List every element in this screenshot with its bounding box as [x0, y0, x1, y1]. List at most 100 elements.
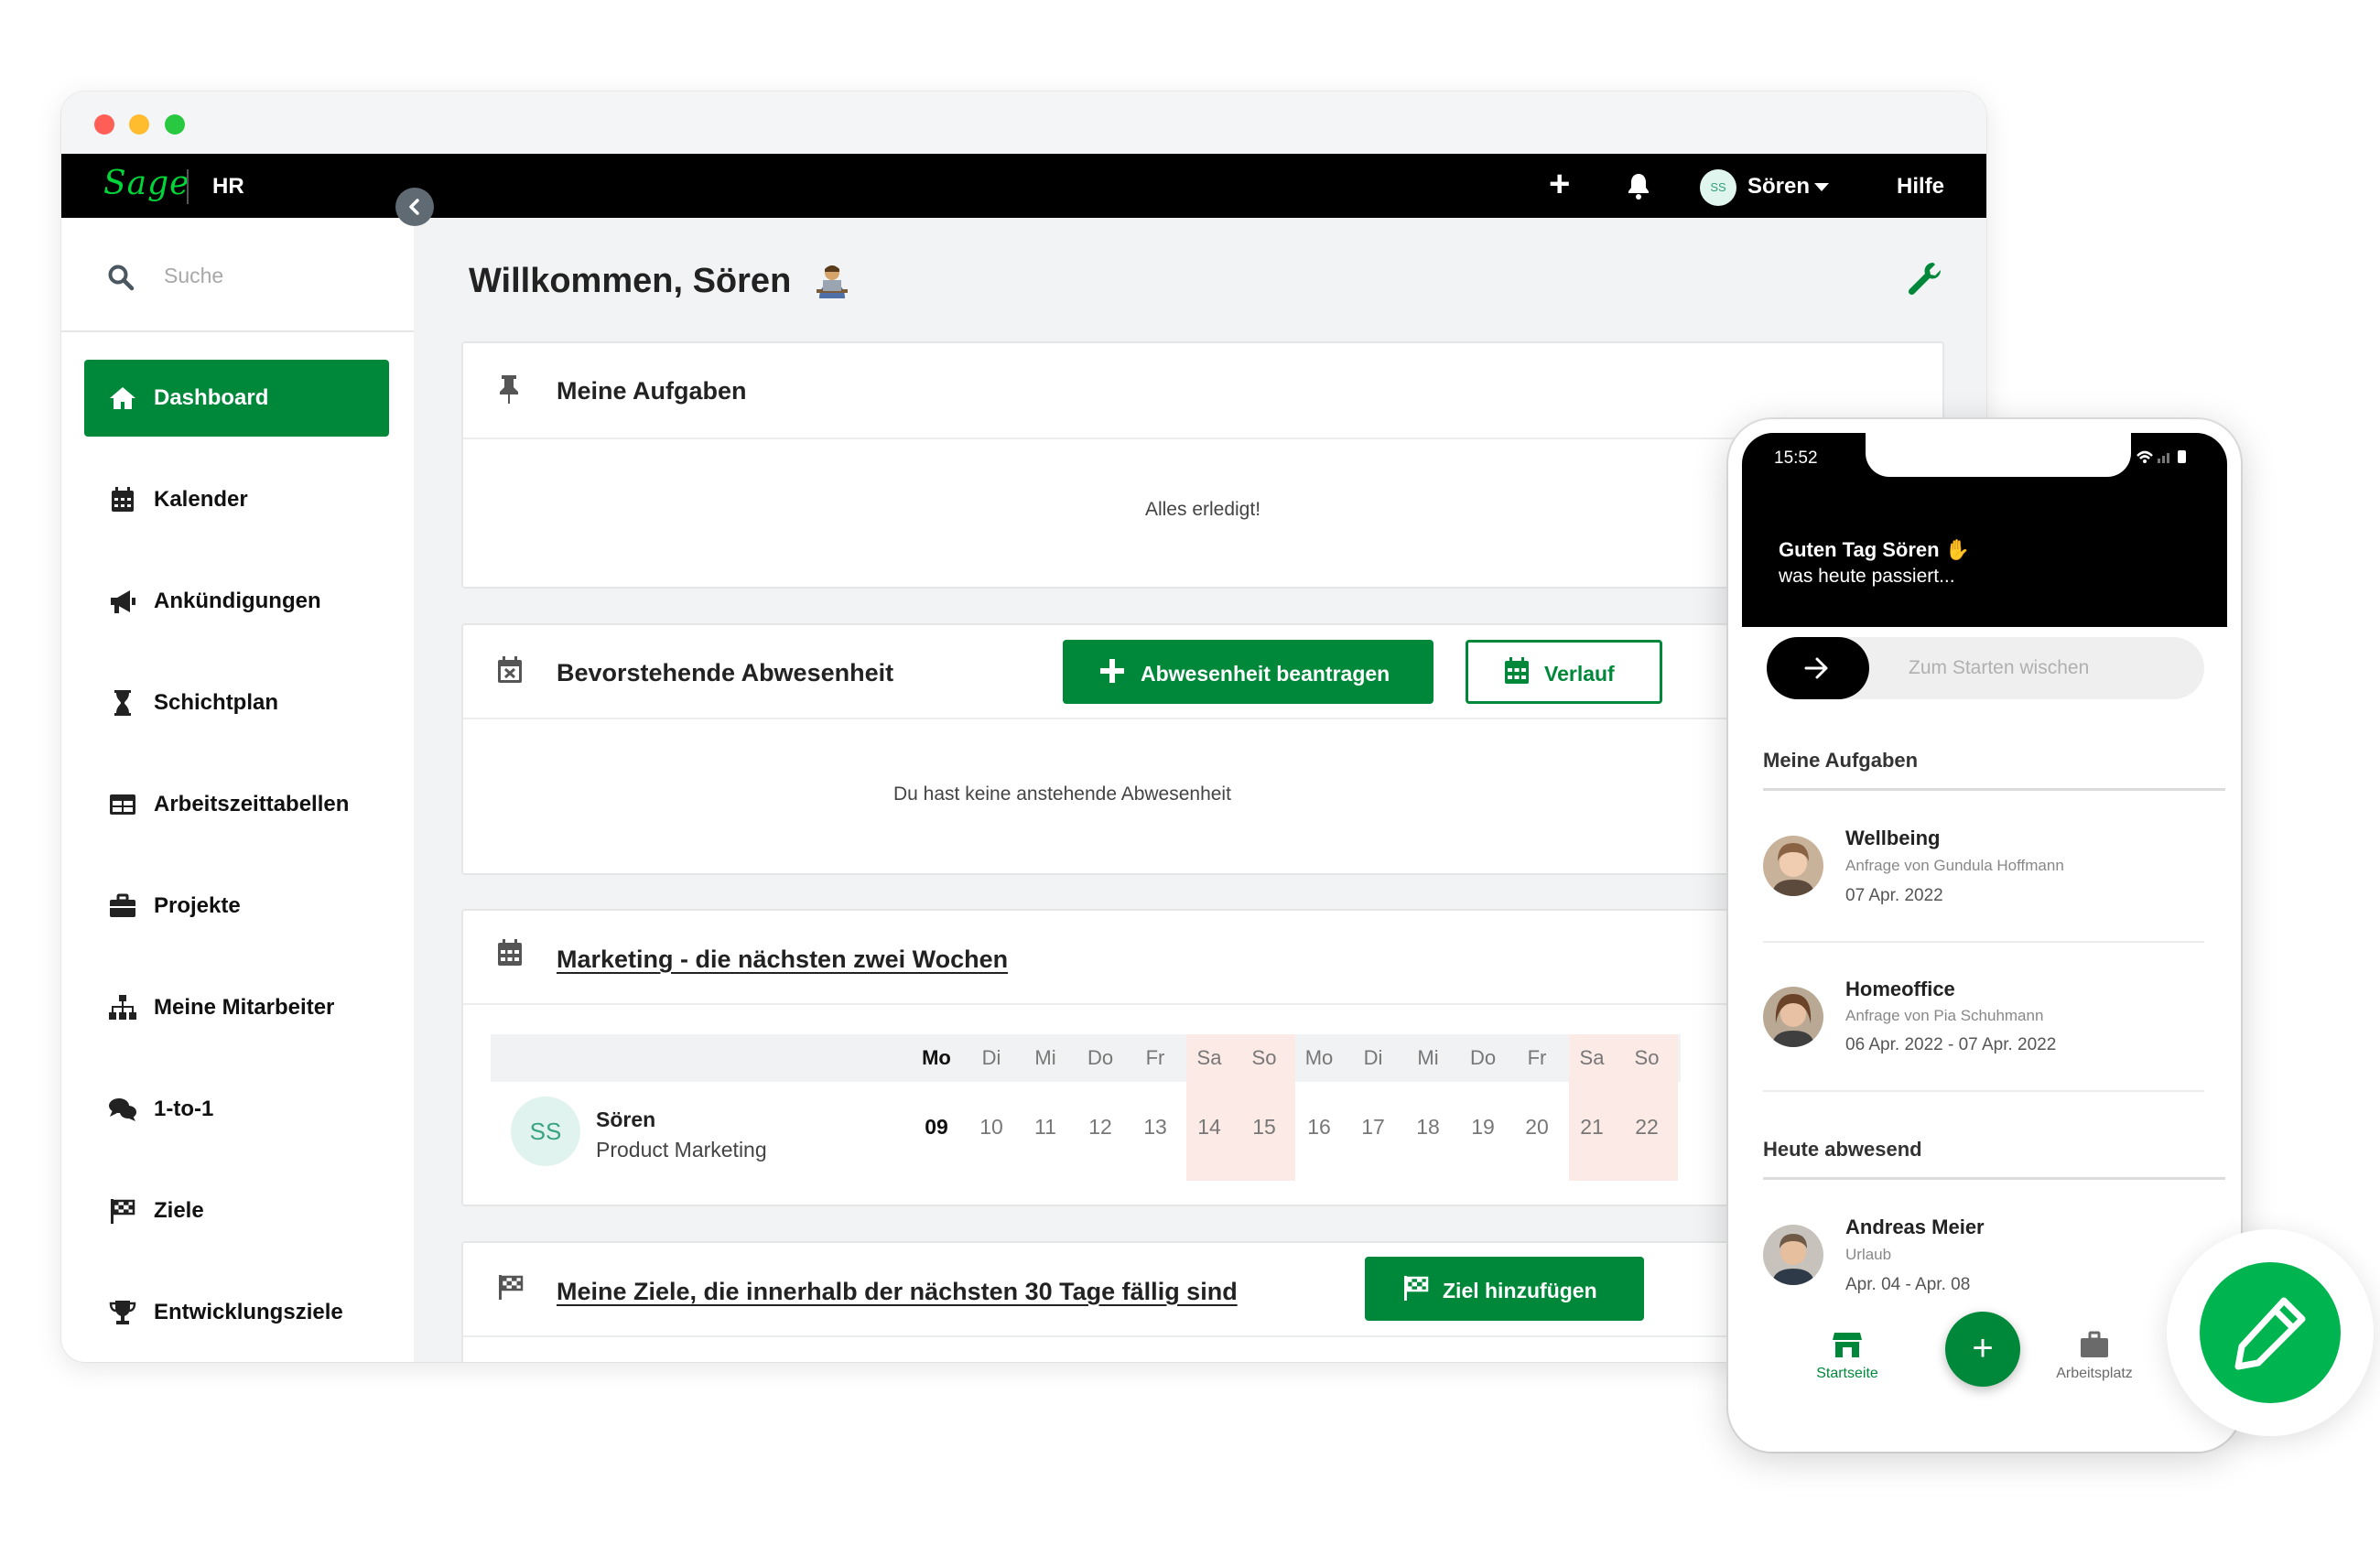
- goals-card-title-link[interactable]: Meine Ziele, die innerhalb der nächsten …: [557, 1278, 1238, 1306]
- sidebar: Suche Dashboard Kalender Ankündigungen S…: [61, 218, 414, 1362]
- maximize-window-button[interactable]: [165, 114, 185, 135]
- swipe-handle[interactable]: [1767, 637, 1869, 699]
- edit-button-circle[interactable]: [2200, 1262, 2341, 1403]
- sidebar-item-1-to-1[interactable]: 1-to-1: [84, 1071, 389, 1148]
- swipe-to-start[interactable]: Zum Starten wischen: [1767, 637, 2204, 699]
- date-cell[interactable]: 20: [1509, 1115, 1564, 1140]
- request-absence-button[interactable]: Abwesenheit beantragen: [1063, 640, 1433, 704]
- person-avatar: SS: [511, 1097, 580, 1166]
- status-time: 15:52: [1774, 448, 1818, 468]
- task-title[interactable]: Wellbeing: [1845, 827, 1941, 850]
- pin-icon: [496, 373, 522, 409]
- marketing-card-title-link[interactable]: Marketing - die nächsten zwei Wochen: [557, 945, 1008, 974]
- edit-floating-button[interactable]: [2167, 1229, 2374, 1436]
- tasks-card: Meine Aufgaben Alles erledigt!: [461, 341, 1944, 589]
- minimize-window-button[interactable]: [129, 114, 149, 135]
- sage-logo[interactable]: Sage: [103, 165, 189, 202]
- top-navigation-bar: Sage HR + SS Sören Hilfe: [61, 154, 1986, 218]
- date-cell[interactable]: 14: [1182, 1115, 1237, 1140]
- sidebar-item-ziele[interactable]: Ziele: [84, 1172, 389, 1249]
- marketing-card-header: Marketing - die nächsten zwei Wochen: [463, 911, 1942, 1005]
- calendar-icon: [1503, 656, 1531, 691]
- sidebar-item-schichtplan[interactable]: Schichtplan: [84, 665, 389, 741]
- wrench-icon[interactable]: [1906, 260, 1942, 301]
- sidebar-item-label: Entwicklungsziele: [154, 1300, 343, 1324]
- user-avatar[interactable]: SS: [1700, 169, 1736, 206]
- sidebar-item-ankuendigungen[interactable]: Ankündigungen: [84, 563, 389, 640]
- absence-type: Urlaub: [1845, 1246, 1892, 1263]
- logo-divider: [187, 169, 189, 204]
- date-cell[interactable]: 18: [1401, 1115, 1455, 1140]
- date-cell[interactable]: 11: [1018, 1115, 1073, 1140]
- chevron-down-icon[interactable]: [1814, 183, 1829, 191]
- search-box[interactable]: Suche: [61, 218, 414, 332]
- sidebar-item-kalender[interactable]: Kalender: [84, 461, 389, 538]
- plus-icon[interactable]: +: [1549, 165, 1570, 203]
- flag-icon: [1401, 1274, 1431, 1307]
- request-absence-label: Abwesenheit beantragen: [1141, 662, 1390, 686]
- sidebar-item-projekte[interactable]: Projekte: [84, 868, 389, 945]
- sidebar-collapse-button[interactable]: [395, 188, 434, 226]
- date-cell[interactable]: 21: [1564, 1115, 1619, 1140]
- search-input[interactable]: Suche: [164, 264, 223, 288]
- task-title[interactable]: Homeoffice: [1845, 978, 1955, 1001]
- trophy-icon: [108, 1299, 137, 1326]
- briefcase-icon: [108, 892, 137, 920]
- section-divider: [1763, 788, 2225, 791]
- day-header: Di: [981, 1046, 1001, 1069]
- sidebar-item-dashboard[interactable]: Dashboard: [84, 360, 389, 437]
- add-goal-label: Ziel hinzufügen: [1443, 1279, 1597, 1302]
- absent-person-name[interactable]: Andreas Meier: [1845, 1216, 1985, 1239]
- waving-hand-icon: ✋: [1944, 538, 1971, 561]
- goals-card-header: Meine Ziele, die innerhalb der nächsten …: [463, 1243, 1942, 1337]
- date-cell[interactable]: 19: [1455, 1115, 1510, 1140]
- date-cell[interactable]: 22: [1619, 1115, 1674, 1140]
- tab-label: Arbeitsplatz: [2056, 1366, 2133, 1381]
- date-cell[interactable]: 10: [964, 1115, 1019, 1140]
- close-window-button[interactable]: [94, 114, 114, 135]
- phone-add-button[interactable]: +: [1945, 1312, 2020, 1387]
- sidebar-item-meine-mitarbeiter[interactable]: Meine Mitarbeiter: [84, 969, 389, 1046]
- add-goal-button[interactable]: Ziel hinzufügen: [1365, 1257, 1644, 1321]
- day-header: Mi: [1417, 1046, 1439, 1069]
- sidebar-item-entwicklungsziele[interactable]: Entwicklungsziele: [84, 1274, 389, 1351]
- date-cell[interactable]: 13: [1128, 1115, 1183, 1140]
- table-icon: [108, 791, 137, 818]
- hourglass-icon: [108, 689, 137, 717]
- day-header: Mi: [1034, 1046, 1056, 1069]
- briefcase-icon: [2081, 1331, 2108, 1357]
- avatar: [1763, 987, 1823, 1047]
- date-cell[interactable]: 09: [909, 1115, 964, 1140]
- absence-empty-message: Du hast keine anstehende Abwesenheit: [893, 783, 1231, 805]
- date-cell[interactable]: 16: [1292, 1115, 1347, 1140]
- history-button[interactable]: Verlauf: [1466, 640, 1662, 704]
- sidebar-item-arbeitszeittabellen[interactable]: Arbeitszeittabellen: [84, 766, 389, 843]
- chevron-left-icon: [409, 199, 419, 215]
- day-header: Do: [1469, 1046, 1497, 1069]
- absence-card: Bevorstehende Abwesenheit Abwesenheit be…: [461, 623, 1944, 875]
- date-cell[interactable]: 15: [1237, 1115, 1292, 1140]
- help-link[interactable]: Hilfe: [1897, 174, 1944, 200]
- sidebar-item-label: Dashboard: [154, 385, 269, 410]
- phone-greeting: Guten Tag Sören ✋: [1779, 538, 1970, 562]
- task-date: 06 Apr. 2022 - 07 Apr. 2022: [1845, 1035, 2057, 1054]
- mobile-phone: 15:52 Guten Tag Sören ✋ was heute passie…: [1728, 419, 2241, 1452]
- goals-card: Meine Ziele, die innerhalb der nächsten …: [461, 1241, 1944, 1362]
- user-menu[interactable]: Sören: [1747, 174, 1810, 200]
- tab-startseite[interactable]: Startseite: [1806, 1330, 1888, 1382]
- plus-icon: [1098, 656, 1127, 691]
- task-date: 07 Apr. 2022: [1845, 886, 1943, 905]
- tasks-empty-message: Alles erledigt!: [1144, 499, 1261, 520]
- calendar-icon: [496, 938, 524, 972]
- arrow-right-icon: [1804, 657, 1828, 679]
- date-cell[interactable]: 12: [1073, 1115, 1128, 1140]
- date-cell[interactable]: 17: [1346, 1115, 1401, 1140]
- phone-greeting-sub: was heute passiert...: [1779, 566, 1955, 587]
- day-header: Mo: [922, 1046, 951, 1069]
- tab-arbeitsplatz[interactable]: Arbeitsplatz: [2044, 1330, 2145, 1382]
- day-header: Do: [1087, 1046, 1114, 1069]
- calendar-icon: [108, 486, 137, 513]
- task-requester: Anfrage von Pia Schuhmann: [1845, 1007, 2044, 1024]
- bell-icon[interactable]: [1627, 172, 1650, 204]
- person-name[interactable]: Sören: [596, 1108, 655, 1132]
